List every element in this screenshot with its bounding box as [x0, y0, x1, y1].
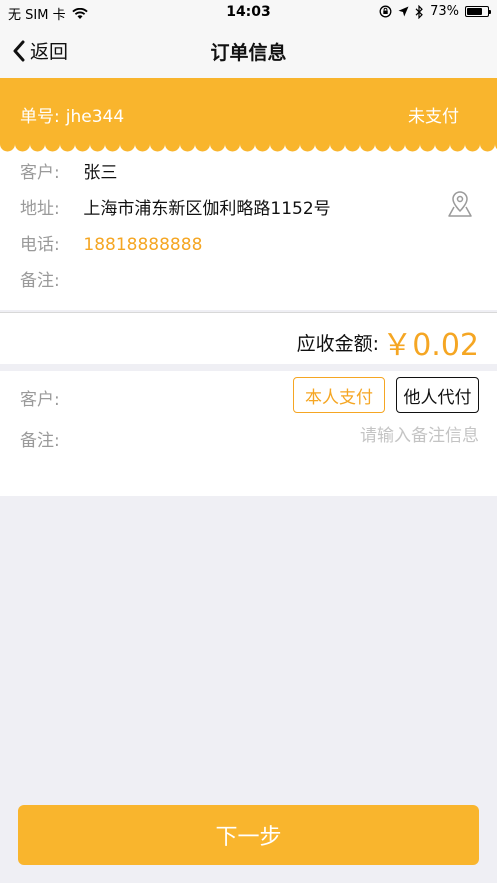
phone-row: 电话: 18818888888	[20, 230, 202, 255]
phone-value[interactable]: 18818888888	[83, 235, 202, 255]
remark-input[interactable]	[219, 423, 479, 449]
status-right: 73%	[379, 4, 491, 19]
payment-customer-label: 客户:	[20, 390, 60, 410]
bluetooth-icon	[415, 4, 423, 19]
orientation-lock-icon	[379, 5, 392, 18]
location-arrow-icon	[398, 6, 409, 17]
nav-bar: 返回 订单信息	[0, 24, 497, 78]
map-pin-icon[interactable]	[447, 190, 473, 218]
amount-value: ￥0.02	[382, 328, 479, 363]
scalloped-edge	[0, 140, 497, 152]
order-number-label: 单号:	[20, 107, 60, 127]
battery-icon	[465, 6, 491, 17]
battery-fill	[467, 8, 482, 15]
payment-card: 客户: 本人支付 他人代付 备注:	[0, 371, 497, 496]
order-header: 单号: jhe344 未支付	[0, 78, 497, 144]
page-title: 订单信息	[210, 42, 287, 64]
remark-row: 备注:	[20, 266, 78, 291]
remark-label: 备注:	[20, 271, 60, 291]
next-step-button[interactable]: 下一步	[18, 805, 479, 865]
customer-name: 张三	[83, 163, 118, 183]
order-status-badge: 未支付	[408, 107, 459, 127]
phone-label: 电话:	[20, 235, 60, 255]
customer-info-card: 客户: 张三 地址: 上海市浦东新区伽利略路1152号 电话: 18818888…	[0, 144, 497, 310]
battery-percent: 73%	[430, 4, 459, 19]
address-value: 上海市浦东新区伽利略路1152号	[83, 199, 331, 219]
payment-remark-label: 备注:	[20, 431, 60, 451]
customer-row: 客户: 张三	[20, 158, 117, 183]
address-label: 地址:	[20, 199, 60, 219]
status-bar: 无 SIM 卡 14:03 73%	[0, 0, 497, 24]
amount-row: 应收金额: ￥0.02	[0, 312, 497, 364]
amount-label: 应收金额:	[296, 333, 379, 355]
other-pay-button[interactable]: 他人代付	[396, 377, 479, 413]
customer-label: 客户:	[20, 163, 60, 183]
order-number: 单号: jhe344	[20, 102, 124, 127]
order-number-value: jhe344	[65, 107, 125, 127]
address-row: 地址: 上海市浦东新区伽利略路1152号	[20, 194, 331, 219]
self-pay-button[interactable]: 本人支付	[293, 377, 385, 413]
